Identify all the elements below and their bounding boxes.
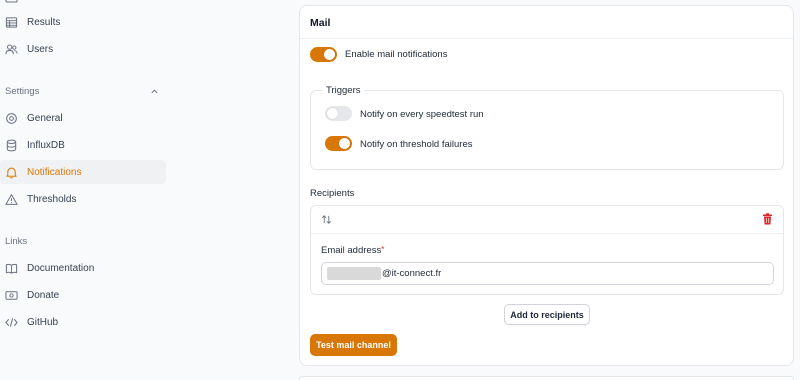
sidebar-item-label: General — [27, 112, 63, 124]
sidebar-item-label: Documentation — [27, 262, 95, 274]
database-icon — [5, 139, 18, 152]
card-divider — [300, 38, 793, 39]
enable-mail-label: Enable mail notifications — [345, 49, 448, 60]
warning-icon — [5, 193, 18, 206]
bell-icon — [5, 166, 18, 179]
notify-threshold-toggle[interactable] — [325, 136, 352, 151]
email-label-text: Email address — [321, 245, 382, 256]
card-title: Mail — [310, 17, 331, 29]
notify-every-run-label: Notify on every speedtest run — [360, 109, 484, 120]
sidebar-item-github[interactable]: GitHub — [0, 310, 166, 334]
toggle-knob — [327, 108, 338, 119]
sidebar-item-general[interactable]: General — [0, 106, 166, 130]
sidebar-item-results[interactable]: Results — [0, 10, 166, 34]
recipient-item: Email address* @it-connect.fr — [310, 205, 784, 295]
banknote-icon — [5, 289, 18, 302]
users-icon — [5, 43, 18, 56]
notify-threshold-label: Notify on threshold failures — [360, 139, 473, 150]
next-card-edge — [299, 376, 794, 380]
email-address-label: Email address* — [321, 245, 384, 256]
sidebar-item-label: GitHub — [27, 316, 59, 328]
sidebar-item-label: Donate — [27, 289, 60, 301]
required-mark: * — [381, 245, 385, 254]
links-section-title: Links — [5, 236, 28, 247]
sidebar-item-documentation[interactable]: Documentation — [0, 256, 166, 280]
triggers-legend: Triggers — [323, 85, 364, 96]
sidebar-item-label: Results — [27, 16, 61, 28]
code-icon — [5, 316, 18, 329]
toggle-knob — [339, 138, 350, 149]
settings-section-title: Settings — [5, 86, 40, 97]
email-field-value: @it-connect.fr — [382, 268, 442, 279]
test-mail-channel-button[interactable]: Test mail channel — [310, 334, 397, 356]
sidebar-item-label: Notifications — [27, 166, 82, 178]
toggle-knob — [324, 49, 335, 60]
trash-icon[interactable] — [762, 213, 773, 225]
mail-card: Mail Enable mail notifications Triggers … — [299, 5, 794, 366]
sidebar: Results Users Settings General InfluxDB … — [0, 0, 168, 380]
recipient-header-divider — [311, 233, 783, 234]
email-field[interactable]: @it-connect.fr — [321, 262, 774, 285]
triggers-fieldset — [310, 90, 784, 170]
table-icon — [5, 16, 18, 29]
cog-icon — [5, 112, 18, 125]
sidebar-item-influxdb[interactable]: InfluxDB — [0, 133, 166, 157]
sidebar-item-users[interactable]: Users — [0, 37, 166, 61]
add-to-recipients-button[interactable]: Add to recipients — [504, 304, 590, 325]
email-redaction — [327, 267, 381, 280]
sidebar-item-notifications[interactable]: Notifications — [0, 160, 166, 184]
partial-nav-icon — [5, 0, 18, 3]
chevron-up-icon[interactable] — [150, 87, 159, 96]
sidebar-item-thresholds[interactable]: Thresholds — [0, 187, 166, 211]
sidebar-item-donate[interactable]: Donate — [0, 283, 166, 307]
enable-mail-toggle[interactable] — [310, 47, 337, 62]
notify-every-run-toggle[interactable] — [325, 106, 352, 121]
sidebar-item-label: InfluxDB — [27, 139, 65, 151]
sidebar-item-label: Users — [27, 43, 54, 55]
recipients-title: Recipients — [310, 188, 355, 199]
sidebar-item-label: Thresholds — [27, 193, 77, 205]
book-icon — [5, 262, 18, 275]
reorder-arrows-icon[interactable] — [321, 214, 332, 225]
